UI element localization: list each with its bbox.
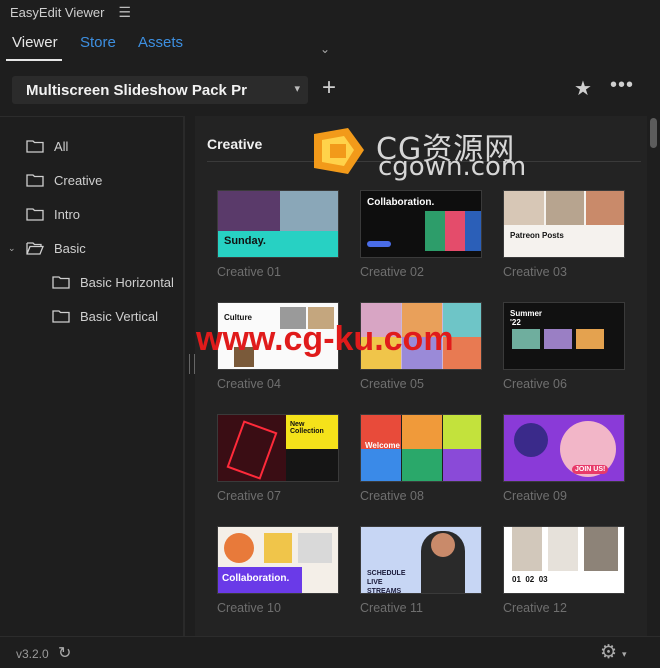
status-bar: v3.2.0 ↻ ⚙ ▾ <box>0 636 660 668</box>
thumbnail-text: 01 02 03 <box>512 575 548 584</box>
template-thumbnail[interactable]: Welcome <box>360 414 482 482</box>
template-thumbnail[interactable]: Summer '22 <box>503 302 625 370</box>
app-title: EasyEdit Viewer <box>10 4 105 20</box>
more-icon[interactable]: ••• <box>610 74 634 97</box>
category-sidebar <box>0 116 183 636</box>
sidebar-item-basic[interactable]: Basic <box>26 236 86 260</box>
sidebar-item-label: All <box>54 138 69 154</box>
template-card[interactable]: SCHEDULE LIVE STREAMS Creative 11 <box>360 526 482 615</box>
template-thumbnail[interactable]: New Collection <box>217 414 339 482</box>
sidebar-item-basic-horizontal[interactable]: Basic Horizontal <box>52 270 174 294</box>
template-thumbnail[interactable]: Patreon Posts <box>503 190 625 258</box>
sidebar-item-creative[interactable]: Creative <box>26 168 102 192</box>
sidebar-item-all[interactable]: All <box>26 134 68 158</box>
watermark-en: cgown.com <box>378 152 527 182</box>
version-label: v3.2.0 <box>16 647 49 661</box>
template-label: Creative 02 <box>360 265 424 279</box>
template-card[interactable]: Patreon Posts Creative 03 <box>503 190 625 279</box>
template-card[interactable]: 01 02 03 Creative 12 <box>503 526 625 615</box>
tab-viewer[interactable]: Viewer <box>12 34 58 51</box>
expand-chevron-icon[interactable]: ⌄ <box>8 243 16 254</box>
cgown-logo-icon <box>314 128 364 174</box>
tab-store[interactable]: Store <box>80 34 116 51</box>
pack-dropdown-value: Multiscreen Slideshow Pack Pr <box>26 81 247 99</box>
gallery-scrollbar[interactable] <box>647 116 660 636</box>
folder-icon <box>26 139 44 153</box>
thumbnail-text: SCHEDULE LIVE STREAMS <box>367 570 406 594</box>
folder-icon <box>26 173 44 187</box>
sidebar-item-basic-vertical[interactable]: Basic Vertical <box>52 304 158 328</box>
template-card[interactable]: JOIN US! Creative 09 <box>503 414 625 503</box>
template-card[interactable]: Welcome Creative 08 <box>360 414 482 503</box>
open-folder-icon <box>26 241 44 255</box>
chevron-down-icon[interactable]: ⌄ <box>320 42 330 56</box>
folder-icon <box>52 275 70 289</box>
thumbnail-text: Sunday. <box>224 235 266 247</box>
star-icon[interactable]: ★ <box>574 76 592 101</box>
template-label: Creative 07 <box>217 489 281 503</box>
template-label: Creative 06 <box>503 377 567 391</box>
template-thumbnail[interactable]: Collaboration. <box>217 526 339 594</box>
scrollbar-thumb[interactable] <box>650 118 657 148</box>
template-label: Creative 09 <box>503 489 567 503</box>
sidebar-item-label: Basic Horizontal <box>80 274 174 290</box>
template-label: Creative 05 <box>360 377 424 391</box>
title-bar: EasyEdit Viewer ☰ <box>0 0 660 24</box>
thumbnail-text: Welcome <box>365 441 400 450</box>
thumbnail-text: Patreon Posts <box>510 231 564 240</box>
watermark-red: www.cg-ku.com <box>196 320 454 358</box>
template-thumbnail[interactable]: Sunday. <box>217 190 339 258</box>
template-thumbnail[interactable]: JOIN US! <box>503 414 625 482</box>
thumbnail-text: New Collection <box>290 421 324 435</box>
folder-icon <box>52 309 70 323</box>
template-label: Creative 08 <box>360 489 424 503</box>
gear-icon[interactable]: ⚙ <box>600 641 617 664</box>
template-label: Creative 10 <box>217 601 281 615</box>
thumbnail-text: Collaboration. <box>367 197 435 208</box>
refresh-icon[interactable]: ↻ <box>58 643 71 663</box>
template-thumbnail[interactable]: Collaboration. <box>360 190 482 258</box>
template-card[interactable]: Sunday. Creative 01 <box>217 190 339 279</box>
template-gallery: Creative Sunday. Creative 01 Collaborati… <box>195 116 647 636</box>
sidebar-item-label: Intro <box>54 206 81 222</box>
template-label: Creative 03 <box>503 265 567 279</box>
template-thumbnail[interactable]: SCHEDULE LIVE STREAMS <box>360 526 482 594</box>
sidebar-item-label: Creative <box>54 172 103 188</box>
thumbnail-text: Collaboration. <box>222 573 290 584</box>
toolbar: Multiscreen Slideshow Pack Pr ▾ + ★ ••• <box>0 68 660 112</box>
thumbnail-text: Summer '22 <box>510 309 543 327</box>
tab-assets[interactable]: Assets <box>138 34 183 51</box>
hamburger-icon[interactable]: ☰ <box>118 4 131 21</box>
add-button[interactable]: + <box>322 74 336 102</box>
sidebar-item-intro[interactable]: Intro <box>26 202 80 226</box>
template-label: Creative 11 <box>360 601 423 615</box>
sidebar-item-label: Basic Vertical <box>80 308 159 324</box>
section-title: Creative <box>207 136 263 152</box>
template-label: Creative 04 <box>217 377 281 391</box>
panel-divider <box>183 116 185 636</box>
template-label: Creative 01 <box>217 265 281 279</box>
watermark-logo: CG资源网 cgown.com <box>308 126 538 182</box>
template-label: Creative 12 <box>503 601 567 615</box>
thumbnail-text: JOIN US! <box>572 465 609 474</box>
template-card[interactable]: Collaboration. Creative 02 <box>360 190 482 279</box>
template-card[interactable]: New Collection Creative 07 <box>217 414 339 503</box>
folder-icon <box>26 207 44 221</box>
sidebar-item-label: Basic <box>54 240 86 256</box>
chevron-down-icon[interactable]: ▾ <box>622 649 627 660</box>
template-thumbnail[interactable]: 01 02 03 <box>503 526 625 594</box>
template-card[interactable]: Collaboration. Creative 10 <box>217 526 339 615</box>
template-card[interactable]: Summer '22 Creative 06 <box>503 302 625 391</box>
tab-bar: Viewer Store Assets ⌄ <box>0 26 660 62</box>
chevron-down-icon: ▾ <box>294 83 300 95</box>
pack-dropdown[interactable]: Multiscreen Slideshow Pack Pr ▾ <box>12 76 308 104</box>
active-tab-indicator <box>6 59 62 61</box>
